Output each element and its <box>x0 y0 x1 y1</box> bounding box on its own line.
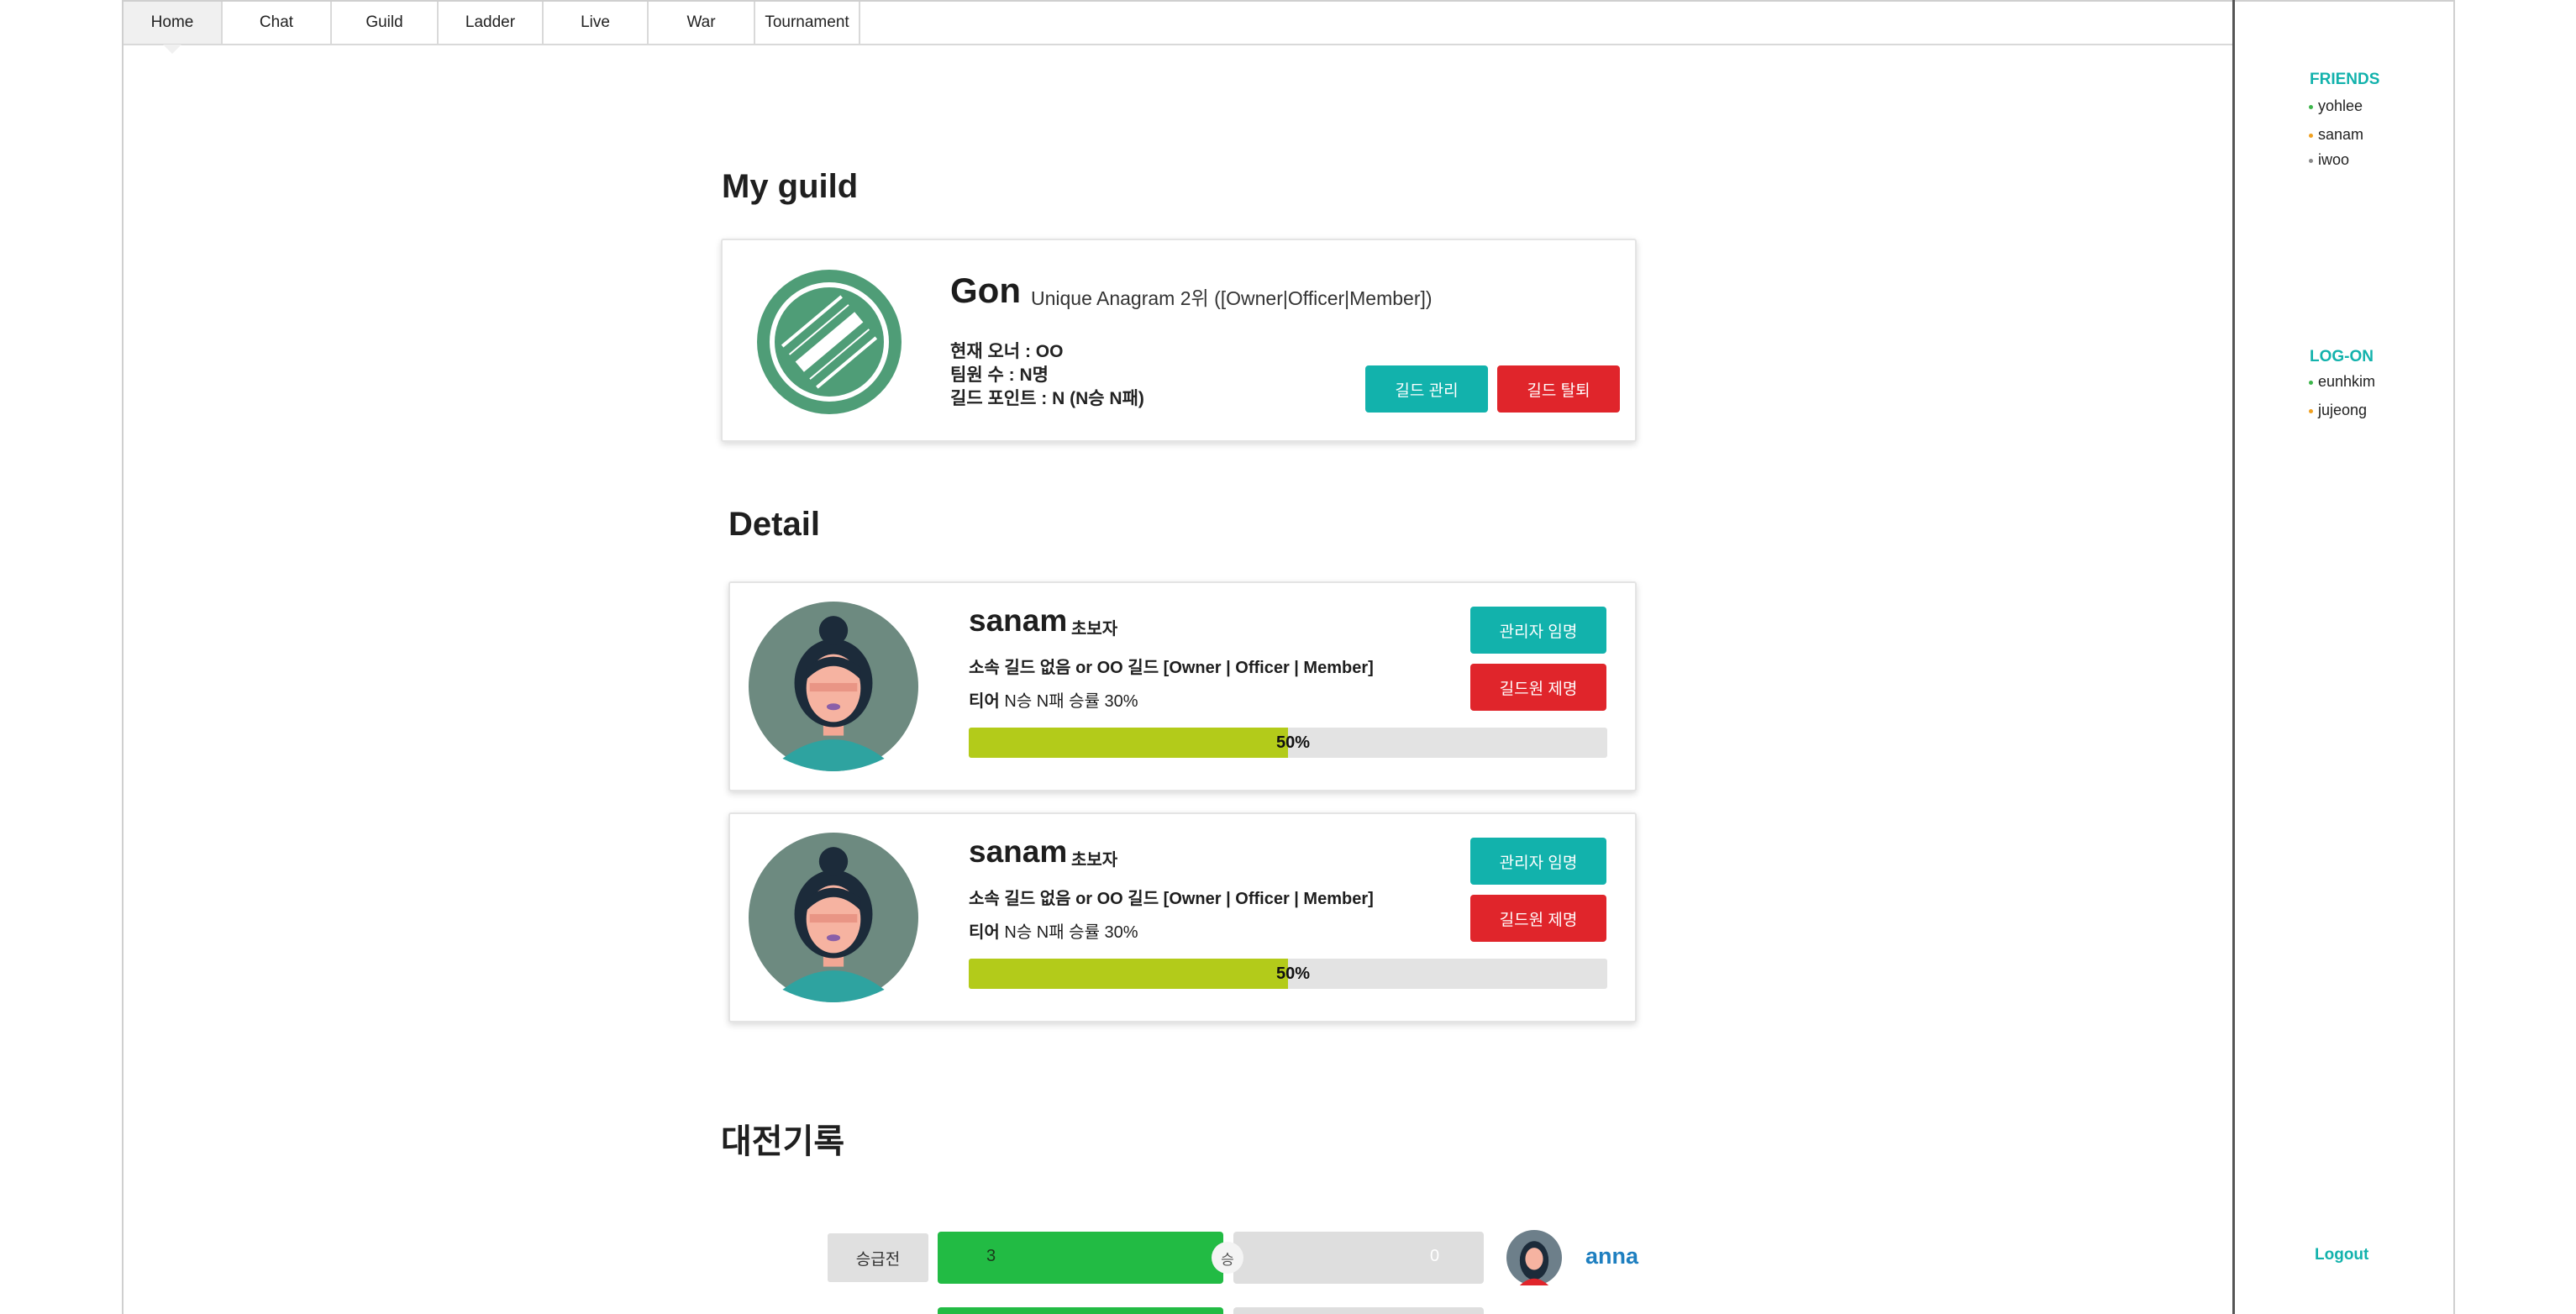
friend-item[interactable]: iwoo <box>2309 151 2349 169</box>
logon-item[interactable]: jujeong <box>2309 402 2367 419</box>
status-dot-icon <box>2309 158 2313 163</box>
friend-item[interactable]: sanam <box>2309 126 2363 144</box>
guild-points: 길드 포인트 : N (N승 N패) <box>950 389 1144 408</box>
member-name: sanam <box>969 603 1068 638</box>
match-result-badge: 승 <box>1212 1242 1243 1274</box>
tier-stats: N승 N패 승률 30% <box>1004 692 1138 711</box>
detail-title: Detail <box>728 506 820 543</box>
guild-member-count: 팀원 수 : N명 <box>950 365 1049 385</box>
status-dot-icon <box>2309 104 2313 109</box>
progress-fill <box>969 959 1288 989</box>
friend-name: iwoo <box>2318 151 2350 168</box>
tier-stats: N승 N패 승률 30% <box>1004 923 1138 942</box>
tab-ladder[interactable]: Ladder <box>439 2 544 44</box>
tab-chat[interactable]: Chat <box>223 2 332 44</box>
match-history-title: 대전기록 <box>721 1123 845 1160</box>
tab-home[interactable]: Home <box>124 2 223 54</box>
guild-owner: 현재 오너 : OO <box>950 342 1064 361</box>
progress-label: 50% <box>1276 964 1311 983</box>
my-guild-title: My guild <box>722 168 859 205</box>
opponent-name-link[interactable]: anna <box>1585 1243 1638 1269</box>
guild-name: Gon <box>950 271 1021 310</box>
member-progress-bar: 50% <box>969 728 1607 758</box>
status-dot-icon <box>2309 133 2313 138</box>
member-rank: 초보자 <box>1071 620 1118 639</box>
kick-member-button[interactable]: 길드원 제명 <box>1470 895 1606 942</box>
guild-manage-button[interactable]: 길드 관리 <box>1365 365 1488 413</box>
logon-name: eunhkim <box>2318 373 2376 390</box>
match-left-score: 3 <box>986 1247 996 1265</box>
tab-guild[interactable]: Guild <box>332 2 439 44</box>
status-dot-icon <box>2309 408 2313 413</box>
member-progress-bar: 50% <box>969 959 1607 989</box>
status-dot-icon <box>2309 380 2313 385</box>
friend-item[interactable]: yohlee <box>2309 97 2363 115</box>
guild-leave-button[interactable]: 길드 탈퇴 <box>1497 365 1620 413</box>
member-guild-line: 소속 길드 없음 or OO 길드 [Owner | Officer | Mem… <box>969 890 1374 908</box>
member-rank: 초보자 <box>1071 851 1118 870</box>
avatar <box>749 833 918 1002</box>
match-right-score: 0 <box>1430 1247 1440 1265</box>
logon-name: jujeong <box>2318 402 2368 418</box>
match-right-score-bar: 0 <box>1233 1232 1484 1284</box>
logon-item[interactable]: eunhkim <box>2309 373 2375 391</box>
kick-member-button[interactable]: 길드원 제명 <box>1470 664 1606 711</box>
right-sidebar: FRIENDS yohlee sanam iwoo LOG-ON eunhkim… <box>2232 0 2453 1314</box>
member-guild-line: 소속 길드 없음 or OO 길드 [Owner | Officer | Mem… <box>969 659 1374 677</box>
guild-subtitle: Unique Anagram 2위 ([Owner|Officer|Member… <box>1031 287 1433 309</box>
guild-logo-icon <box>757 270 902 414</box>
member-tier: 티어 N승 N패 승률 30% <box>969 918 1138 943</box>
match-type-badge: 승급전 <box>828 1233 928 1282</box>
top-nav: Home Chat Guild Ladder Live War Tourname… <box>124 2 2232 54</box>
tab-live[interactable]: Live <box>544 2 649 44</box>
opponent-avatar[interactable] <box>1506 1230 1562 1285</box>
friends-heading: FRIENDS <box>2310 71 2380 88</box>
member-card: sanam 초보자 소속 길드 없음 or OO 길드 [Owner | Off… <box>728 581 1637 791</box>
appoint-admin-button[interactable]: 관리자 임명 <box>1470 607 1606 654</box>
match-left-score-bar: 3 <box>938 1232 1223 1284</box>
member-card: sanam 초보자 소속 길드 없음 or OO 길드 [Owner | Off… <box>728 812 1637 1022</box>
tab-tournament[interactable]: Tournament <box>755 2 860 44</box>
match-left-score-bar-partial <box>938 1307 1223 1314</box>
match-right-score-bar-partial <box>1233 1307 1484 1314</box>
main-area: Home Chat Guild Ladder Live War Tourname… <box>124 0 2232 1314</box>
member-tier: 티어 N승 N패 승률 30% <box>969 687 1138 712</box>
friend-name: yohlee <box>2318 97 2363 114</box>
avatar <box>749 602 918 771</box>
appoint-admin-button[interactable]: 관리자 임명 <box>1470 838 1606 885</box>
friend-name: sanam <box>2318 126 2364 143</box>
logon-heading: LOG-ON <box>2310 348 2374 365</box>
member-name: sanam <box>969 834 1068 869</box>
tier-label: 티어 <box>969 692 1000 711</box>
guild-card: Gon Unique Anagram 2위 ([Owner|Officer|Me… <box>721 239 1637 442</box>
tab-war[interactable]: War <box>649 2 755 44</box>
tier-label: 티어 <box>969 923 1000 942</box>
logout-button[interactable]: Logout <box>2315 1246 2368 1264</box>
progress-label: 50% <box>1276 733 1311 752</box>
progress-fill <box>969 728 1288 758</box>
